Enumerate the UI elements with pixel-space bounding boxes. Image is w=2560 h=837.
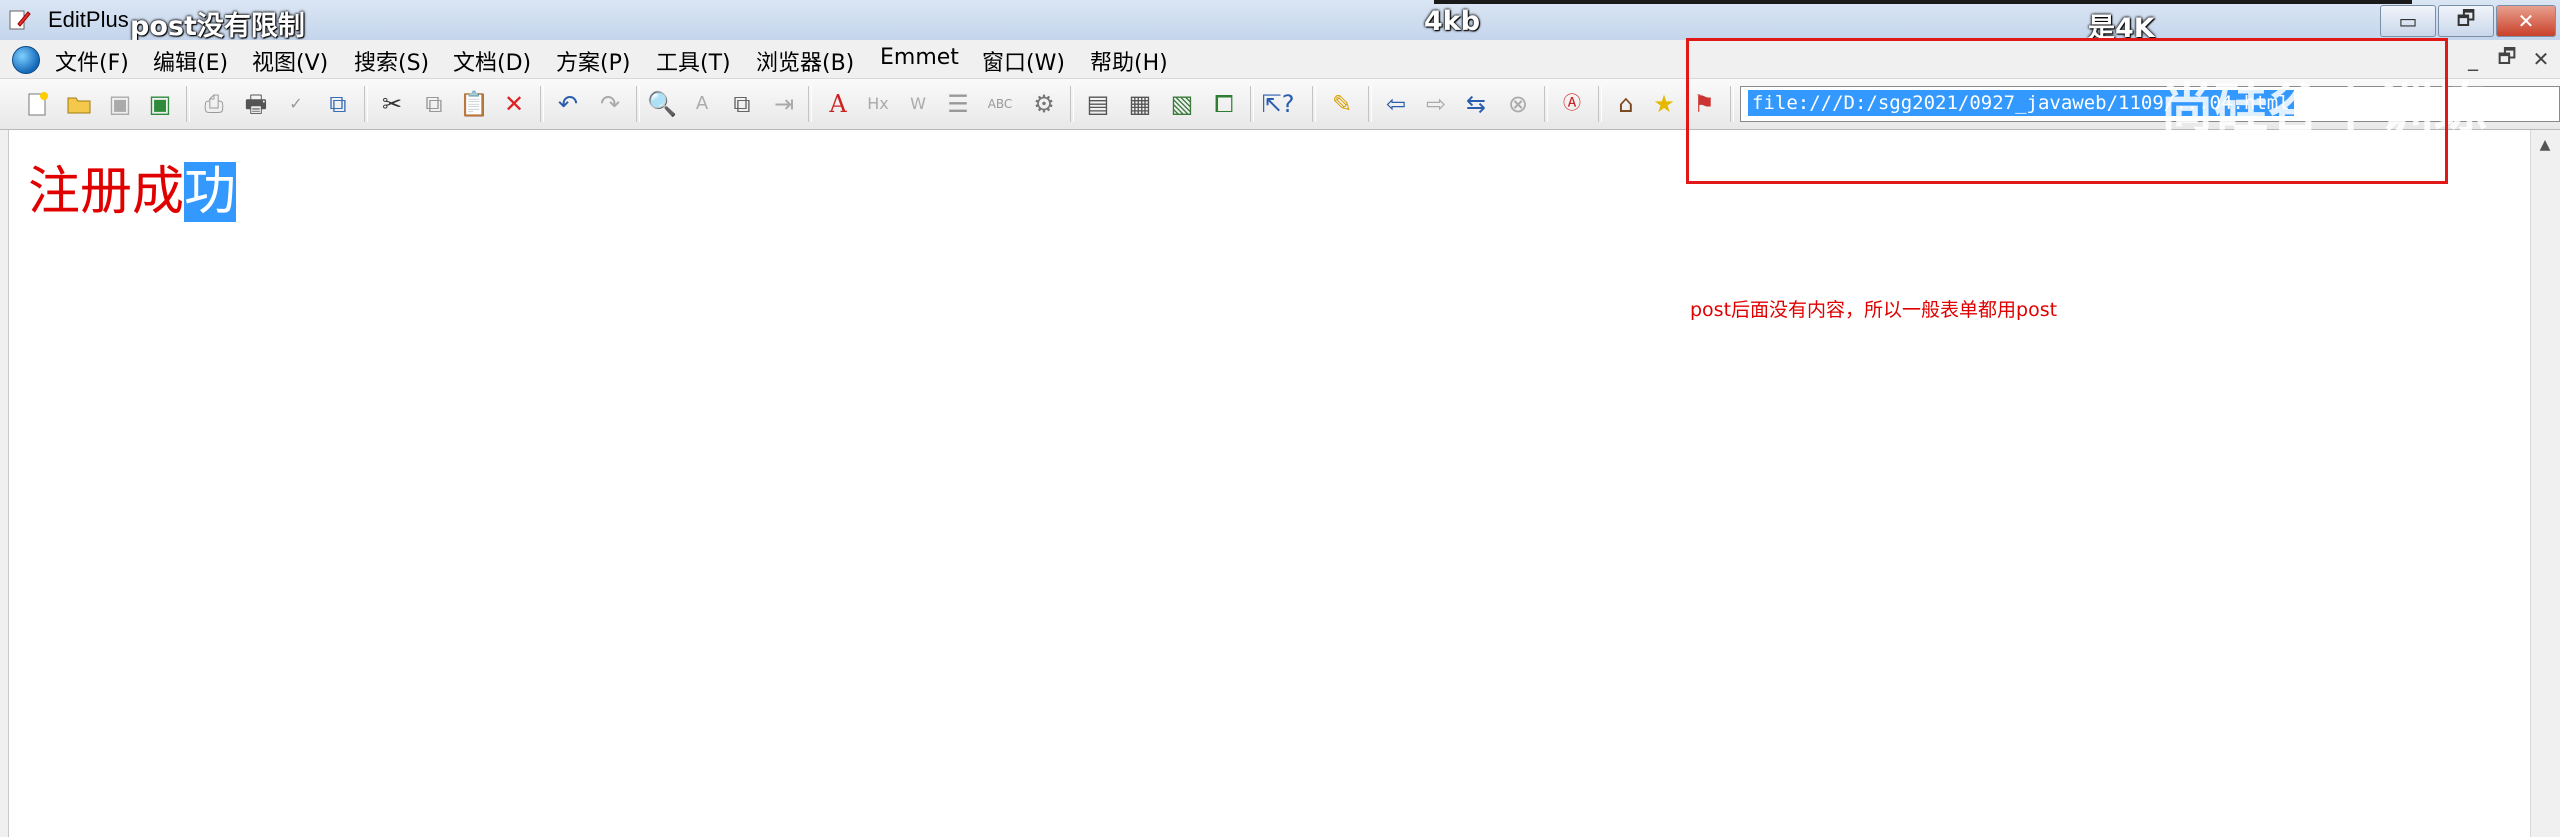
menu-help[interactable]: 帮助(H)	[1090, 45, 1168, 77]
favorites-star-icon[interactable]: ★	[1648, 88, 1680, 120]
menu-file[interactable]: 文件(F)	[55, 45, 129, 77]
toolbar-separator	[1598, 86, 1602, 122]
minimize-button[interactable]: ▭	[2380, 5, 2436, 37]
caption-post-no-limit: post没有限制	[130, 11, 305, 42]
toolbar-separator	[1070, 86, 1074, 122]
fullscreen-icon[interactable]: ⧠	[1208, 88, 1240, 120]
code-icon[interactable]: ⧉	[322, 88, 354, 120]
save-all-icon[interactable]: ▣	[144, 88, 176, 120]
page-heading[interactable]: 注册成功	[28, 160, 237, 224]
restore-button[interactable]: 🗗	[2438, 5, 2494, 37]
toolbar-separator	[1250, 86, 1254, 122]
toolbar-separator	[186, 86, 190, 122]
vertical-scrollbar[interactable]	[2530, 130, 2560, 837]
annotation-note: post后面没有内容，所以一般表单都用post	[1690, 299, 2058, 321]
toolbar-separator	[364, 86, 368, 122]
delete-icon[interactable]: ✕	[498, 88, 530, 120]
print-icon[interactable]: 🖶	[240, 88, 272, 120]
home-icon[interactable]: ⌂	[1610, 88, 1642, 120]
undo-icon[interactable]: ↶	[552, 88, 584, 120]
heading-text: 注册成	[28, 162, 185, 222]
menu-document[interactable]: 文档(D)	[453, 45, 531, 77]
menu-edit[interactable]: 编辑(E)	[153, 45, 228, 77]
context-help-icon[interactable]: ⇱?	[1262, 88, 1295, 120]
print-preview-icon[interactable]: ⎙	[198, 88, 230, 120]
menu-browser[interactable]: 浏览器(B)	[756, 45, 854, 77]
find-in-files-icon[interactable]: ⧉	[726, 88, 758, 120]
toolbar-separator	[808, 86, 812, 122]
paste-icon[interactable]: 📋	[458, 88, 490, 120]
open-folder-icon[interactable]	[64, 88, 96, 120]
menu-window[interactable]: 窗口(W)	[982, 45, 1065, 77]
new-file-icon[interactable]	[22, 88, 54, 120]
refresh-icon[interactable]: ⇆	[1460, 88, 1492, 120]
toolbar-separator	[540, 86, 544, 122]
cut-icon[interactable]: ✂	[376, 88, 408, 120]
column-select-icon[interactable]: ABC	[984, 88, 1016, 120]
close-button[interactable]: ✕	[2496, 5, 2556, 37]
editplus-icon	[9, 10, 31, 30]
menu-search[interactable]: 搜索(S)	[354, 45, 429, 77]
window-title: EditPlus	[48, 7, 129, 32]
goto-line-icon[interactable]: ⇥	[768, 88, 800, 120]
caption-4kb: 4kb	[1424, 6, 1481, 37]
mdi-restore-button[interactable]: 🗗	[2494, 44, 2520, 72]
menu-project[interactable]: 方案(P)	[556, 45, 630, 77]
save-icon[interactable]: ▣	[104, 88, 136, 120]
title-bar	[0, 0, 2560, 41]
menu-view[interactable]: 视图(V)	[252, 45, 328, 77]
globe-icon[interactable]	[12, 46, 40, 74]
overlay-bar	[1434, 0, 2412, 4]
scroll-up-arrow-icon[interactable]: ▲	[2534, 134, 2556, 156]
font-icon[interactable]: A	[822, 88, 854, 120]
highlight-box	[1686, 38, 2448, 184]
menu-emmet[interactable]: Emmet	[880, 45, 959, 70]
browser-mode-icon[interactable]: Ⓐ	[1556, 88, 1588, 120]
toolbar-separator	[1368, 86, 1372, 122]
forward-arrow-icon[interactable]: ⇨	[1420, 88, 1452, 120]
heading-icon[interactable]: Hx	[862, 88, 894, 120]
edit-pencil-icon[interactable]: ✎	[1326, 88, 1358, 120]
cliptext-window-icon[interactable]: ▦	[1124, 88, 1156, 120]
redo-icon[interactable]: ↷	[594, 88, 626, 120]
settings-gear-icon[interactable]: ⚙	[1028, 88, 1060, 120]
menu-tools[interactable]: 工具(T)	[656, 45, 731, 77]
toolbar-separator	[1312, 86, 1316, 122]
word-wrap-icon[interactable]: W	[902, 88, 934, 120]
toolbar-separator	[636, 86, 640, 122]
output-window-icon[interactable]: ▧	[1166, 88, 1198, 120]
copy-icon[interactable]: ⧉	[418, 88, 450, 120]
directory-window-icon[interactable]: ▤	[1082, 88, 1114, 120]
back-arrow-icon[interactable]: ⇦	[1380, 88, 1412, 120]
heading-selected-text: 功	[184, 162, 237, 222]
replace-icon[interactable]: A	[686, 88, 718, 120]
toolbar-separator	[1544, 86, 1548, 122]
align-icon[interactable]: ☰	[942, 88, 974, 120]
spellcheck-icon[interactable]: ✓	[280, 88, 312, 120]
stop-icon[interactable]: ⊗	[1502, 88, 1534, 120]
find-icon[interactable]: 🔍	[646, 88, 678, 120]
mdi-close-button[interactable]: ✕	[2528, 46, 2554, 72]
editor-left-border	[0, 130, 9, 837]
